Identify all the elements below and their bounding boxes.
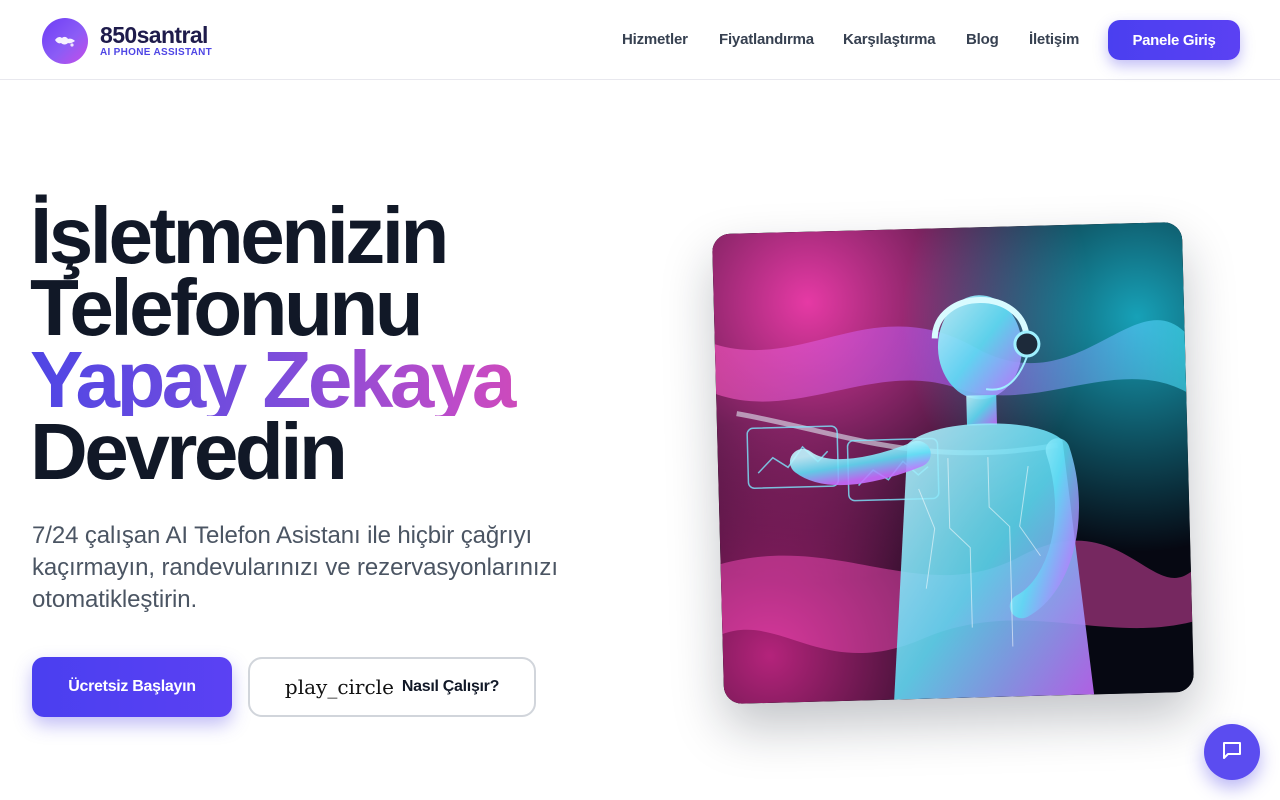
hero-title-highlight: Yapay Zekaya [30, 340, 650, 420]
panel-login-button[interactable]: Panele Giriş [1108, 20, 1240, 60]
brand-logo-link[interactable]: 850santral AI PHONE ASSISTANT [42, 18, 212, 64]
hero-title-line-4: Devredin [30, 407, 348, 496]
hero-title-line-1: İşletmenizin [30, 191, 449, 280]
how-it-works-label: Nasıl Çalışır? [401, 678, 500, 695]
play-circle-icon: play_circle [284, 675, 394, 699]
chat-bubble-icon [1220, 738, 1244, 767]
site-header: 850santral AI PHONE ASSISTANT Hizmetler … [0, 0, 1280, 80]
hero-title: İşletmenizin Telefonunu Yapay Zekaya Dev… [30, 191, 650, 496]
nav-item-fiyatlandirma[interactable]: Fiyatlandırma [719, 30, 814, 50]
brand-name: 850santral [100, 22, 208, 48]
nav-item-karsilastirma[interactable]: Karşılaştırma [843, 30, 936, 50]
ai-robot-assistant-image [711, 221, 1195, 705]
brand-tagline: AI PHONE ASSISTANT [100, 47, 213, 58]
globe-icon [42, 18, 88, 64]
chat-button[interactable] [1204, 724, 1260, 780]
how-it-works-button[interactable]: play_circle Nasıl Çalışır? [248, 657, 536, 717]
hero-title-line-2: Telefonunu [30, 263, 424, 352]
nav-item-iletisim[interactable]: İletişim [1029, 30, 1079, 50]
nav-item-blog[interactable]: Blog [966, 30, 999, 50]
nav-item-hizmetler[interactable]: Hizmetler [622, 30, 688, 50]
hero-subtitle: 7/24 çalışan AI Telefon Asistanı ile hiç… [32, 522, 558, 613]
start-free-button[interactable]: Ücretsiz Başlayın [32, 657, 232, 717]
